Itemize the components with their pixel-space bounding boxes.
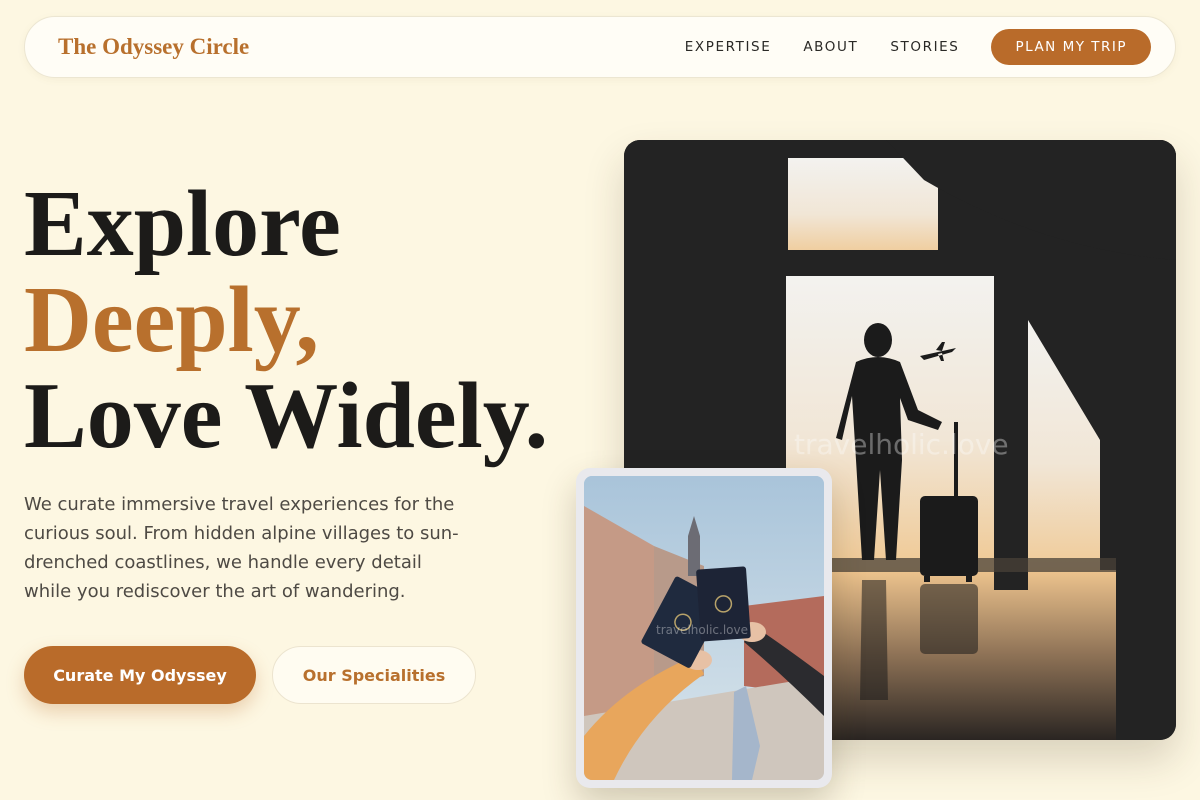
passport-exchange-illustration: travelholic.love <box>584 476 824 780</box>
hero-headline: Explore Deeply, Love Widely. <box>24 176 548 464</box>
curate-my-odyssey-button[interactable]: Curate My Odyssey <box>24 646 256 704</box>
passport-exchange-image: travelholic.love <box>584 476 824 780</box>
nav-link-about[interactable]: ABOUT <box>803 39 858 55</box>
headline-line-3: Love Widely. <box>24 364 549 468</box>
nav-link-stories[interactable]: STORIES <box>890 39 959 55</box>
image-watermark: travelholic.love <box>794 428 1009 461</box>
headline-line-2: Deeply, <box>24 268 320 372</box>
brand-logo[interactable]: The Odyssey Circle <box>58 34 249 60</box>
hero-description: We curate immersive travel experiences f… <box>24 494 459 602</box>
hero-inset-image-frame: travelholic.love <box>576 468 832 788</box>
nav-link-expertise[interactable]: EXPERTISE <box>685 39 772 55</box>
nav-menu: EXPERTISE ABOUT STORIES PLAN MY TRIP <box>685 29 1151 65</box>
headline-line-1: Explore <box>24 172 341 276</box>
plan-my-trip-button[interactable]: PLAN MY TRIP <box>991 29 1151 65</box>
our-specialities-button[interactable]: Our Specialities <box>272 646 476 704</box>
top-navbar: The Odyssey Circle EXPERTISE ABOUT STORI… <box>24 16 1176 78</box>
inset-watermark: travelholic.love <box>656 623 748 637</box>
